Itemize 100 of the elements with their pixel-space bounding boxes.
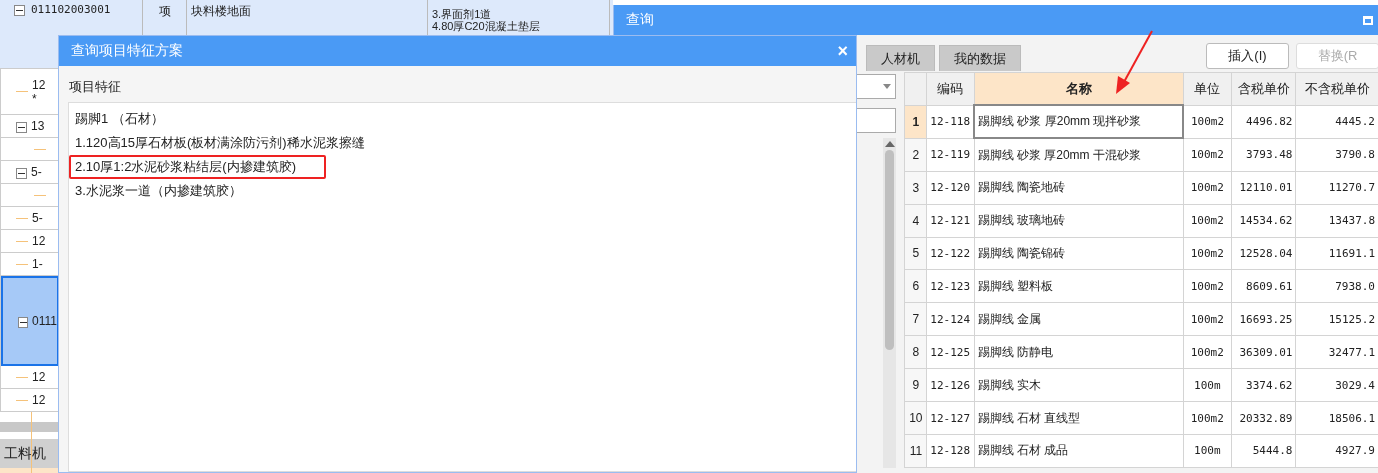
tree-item-code: 12 * xyxy=(32,77,46,106)
table-cell: 踢脚线 塑料板 xyxy=(974,269,1184,303)
row-number[interactable]: 1 xyxy=(904,105,927,139)
table-cell: 踢脚线 陶瓷地砖 xyxy=(974,171,1184,205)
table-cell: 100m xyxy=(1183,434,1232,468)
annotation-arrow xyxy=(1116,30,1153,94)
caret-icon xyxy=(883,84,892,89)
tree-row[interactable]: 5- xyxy=(1,207,59,230)
scroll-up-icon[interactable] xyxy=(884,141,895,147)
table-cell: 100m2 xyxy=(1183,401,1232,435)
row-number[interactable]: 6 xyxy=(904,269,927,303)
table-cell: 踢脚线 砂浆 厚20mm 干混砂浆 xyxy=(974,138,1184,172)
toolbar-button[interactable]: 插入(I) xyxy=(1206,43,1289,69)
tree-item-code: 12 xyxy=(32,370,46,384)
scrollbar[interactable] xyxy=(883,138,897,468)
description-line: 4.80厚C20混凝土垫层 xyxy=(432,20,541,32)
tab[interactable]: 我的数据 xyxy=(939,45,1021,71)
row-number[interactable]: 9 xyxy=(904,368,927,402)
table-cell: 踢脚线 石材 成品 xyxy=(974,434,1184,468)
table-cell: 4496.82 xyxy=(1231,105,1296,139)
table-cell: 12-118 xyxy=(926,105,975,139)
tree-item-code: 5- xyxy=(32,211,43,225)
table-cell: 5444.8 xyxy=(1231,434,1296,468)
description-line: 3.界面剂1道 xyxy=(432,8,493,20)
tree-item-code: 5- xyxy=(31,165,42,179)
row-number[interactable]: 3 xyxy=(904,171,927,205)
table-cell: 踢脚线 砂浆 厚20mm 现拌砂浆 xyxy=(974,105,1184,139)
table-cell: 12-126 xyxy=(926,368,975,402)
tab[interactable]: 人材机 xyxy=(866,45,935,71)
tree-row[interactable]: 0111 xyxy=(1,276,59,366)
tree-row[interactable]: 12 xyxy=(1,230,59,253)
tree-row[interactable] xyxy=(1,184,59,207)
collapse-toggle-icon[interactable] xyxy=(16,167,27,179)
column-header[interactable]: 含税单价 xyxy=(1231,72,1296,106)
tree-item-code: 12 xyxy=(32,234,46,248)
row-number[interactable]: 5 xyxy=(904,237,927,270)
table-cell: 100m2 xyxy=(1183,138,1232,172)
table-cell: 12-125 xyxy=(926,335,975,369)
row-number[interactable]: 2 xyxy=(904,138,927,172)
tree-row[interactable]: 1- xyxy=(1,253,59,276)
maximize-icon[interactable] xyxy=(1363,15,1373,25)
column-header[interactable]: 不含税单价 xyxy=(1295,72,1378,106)
bottom-tab[interactable]: 工料机 xyxy=(0,439,58,468)
table-cell: 踢脚线 玻璃地砖 xyxy=(974,204,1184,238)
table-cell: 100m2 xyxy=(1183,269,1232,303)
table-cell: 32477.1 xyxy=(1295,335,1378,369)
table-cell: 12-127 xyxy=(926,401,975,435)
row-number[interactable]: 8 xyxy=(904,335,927,369)
item-name: 块料楼地面 xyxy=(191,4,251,18)
collapse-toggle-icon[interactable] xyxy=(14,5,25,16)
table-cell: 7938.0 xyxy=(1295,269,1378,303)
table-cell: 100m2 xyxy=(1183,105,1232,139)
table-cell: 100m2 xyxy=(1183,237,1232,270)
tree-row[interactable]: 5- xyxy=(1,161,59,184)
table-cell: 12-119 xyxy=(926,138,975,172)
table-cell: 4445.2 xyxy=(1295,105,1378,139)
column-header[interactable]: 名称 xyxy=(974,72,1184,106)
row-number[interactable]: 11 xyxy=(904,434,927,468)
row-number[interactable]: 7 xyxy=(904,302,927,336)
row-number[interactable]: 4 xyxy=(904,204,927,238)
window-title: 查询 xyxy=(626,11,654,29)
item-code: 011102003001 xyxy=(31,3,111,16)
tree-item-code: 13 xyxy=(31,119,45,133)
table-cell: 12-124 xyxy=(926,302,975,336)
table-cell: 3374.62 xyxy=(1231,368,1296,402)
table-cell: 3793.48 xyxy=(1231,138,1296,172)
dialog-title: 查询项目特征方案 xyxy=(71,42,183,60)
table-cell: 100m2 xyxy=(1183,335,1232,369)
column-header[interactable]: 编码 xyxy=(926,72,975,106)
table-cell: 14534.62 xyxy=(1231,204,1296,238)
table-cell: 100m2 xyxy=(1183,171,1232,205)
table-cell: 4927.9 xyxy=(1295,434,1378,468)
tree-row[interactable]: 13 xyxy=(1,115,59,138)
table-cell: 3029.4 xyxy=(1295,368,1378,402)
tree-item-code: 0111 xyxy=(32,314,57,328)
table-cell: 12-122 xyxy=(926,237,975,270)
table-cell: 踢脚线 陶瓷锦砖 xyxy=(974,237,1184,270)
tree-row[interactable] xyxy=(1,138,59,161)
table-cell: 踢脚线 金属 xyxy=(974,302,1184,336)
panel-strip xyxy=(0,468,58,473)
feature-line: 踢脚1 （石材） xyxy=(74,110,165,128)
collapse-toggle-icon[interactable] xyxy=(16,121,27,133)
collapse-toggle-icon[interactable] xyxy=(18,316,29,328)
table-cell: 11270.7 xyxy=(1295,171,1378,205)
table-cell: 20332.89 xyxy=(1231,401,1296,435)
tree-row[interactable]: 12 xyxy=(1,389,59,412)
table-cell: 12528.04 xyxy=(1231,237,1296,270)
table-cell: 踢脚线 实木 xyxy=(974,368,1184,402)
tree-row[interactable]: 12 xyxy=(1,366,59,389)
table-cell: 15125.2 xyxy=(1295,302,1378,336)
feature-text-area[interactable]: 踢脚1 （石材） 1.120高15厚石材板(板材满涂防污剂)稀水泥浆擦缝 2.10厚1:2水泥砂浆粘结层(内掺建筑胶) 3.水泥浆一道（内掺建筑胶） xyxy=(68,102,856,472)
table-cell: 12110.01 xyxy=(1231,171,1296,205)
table-cell: 36309.01 xyxy=(1231,335,1296,369)
row-number[interactable]: 10 xyxy=(904,401,927,435)
table-cell: 12-120 xyxy=(926,171,975,205)
table-cell: 踢脚线 防静电 xyxy=(974,335,1184,369)
tree-row[interactable]: 12 * xyxy=(1,69,59,115)
feature-line: 1.120高15厚石材板(板材满涂防污剂)稀水泥浆擦缝 xyxy=(74,134,366,152)
column-header[interactable]: 单位 xyxy=(1183,72,1232,106)
section-label: 项目特征 xyxy=(69,78,122,96)
